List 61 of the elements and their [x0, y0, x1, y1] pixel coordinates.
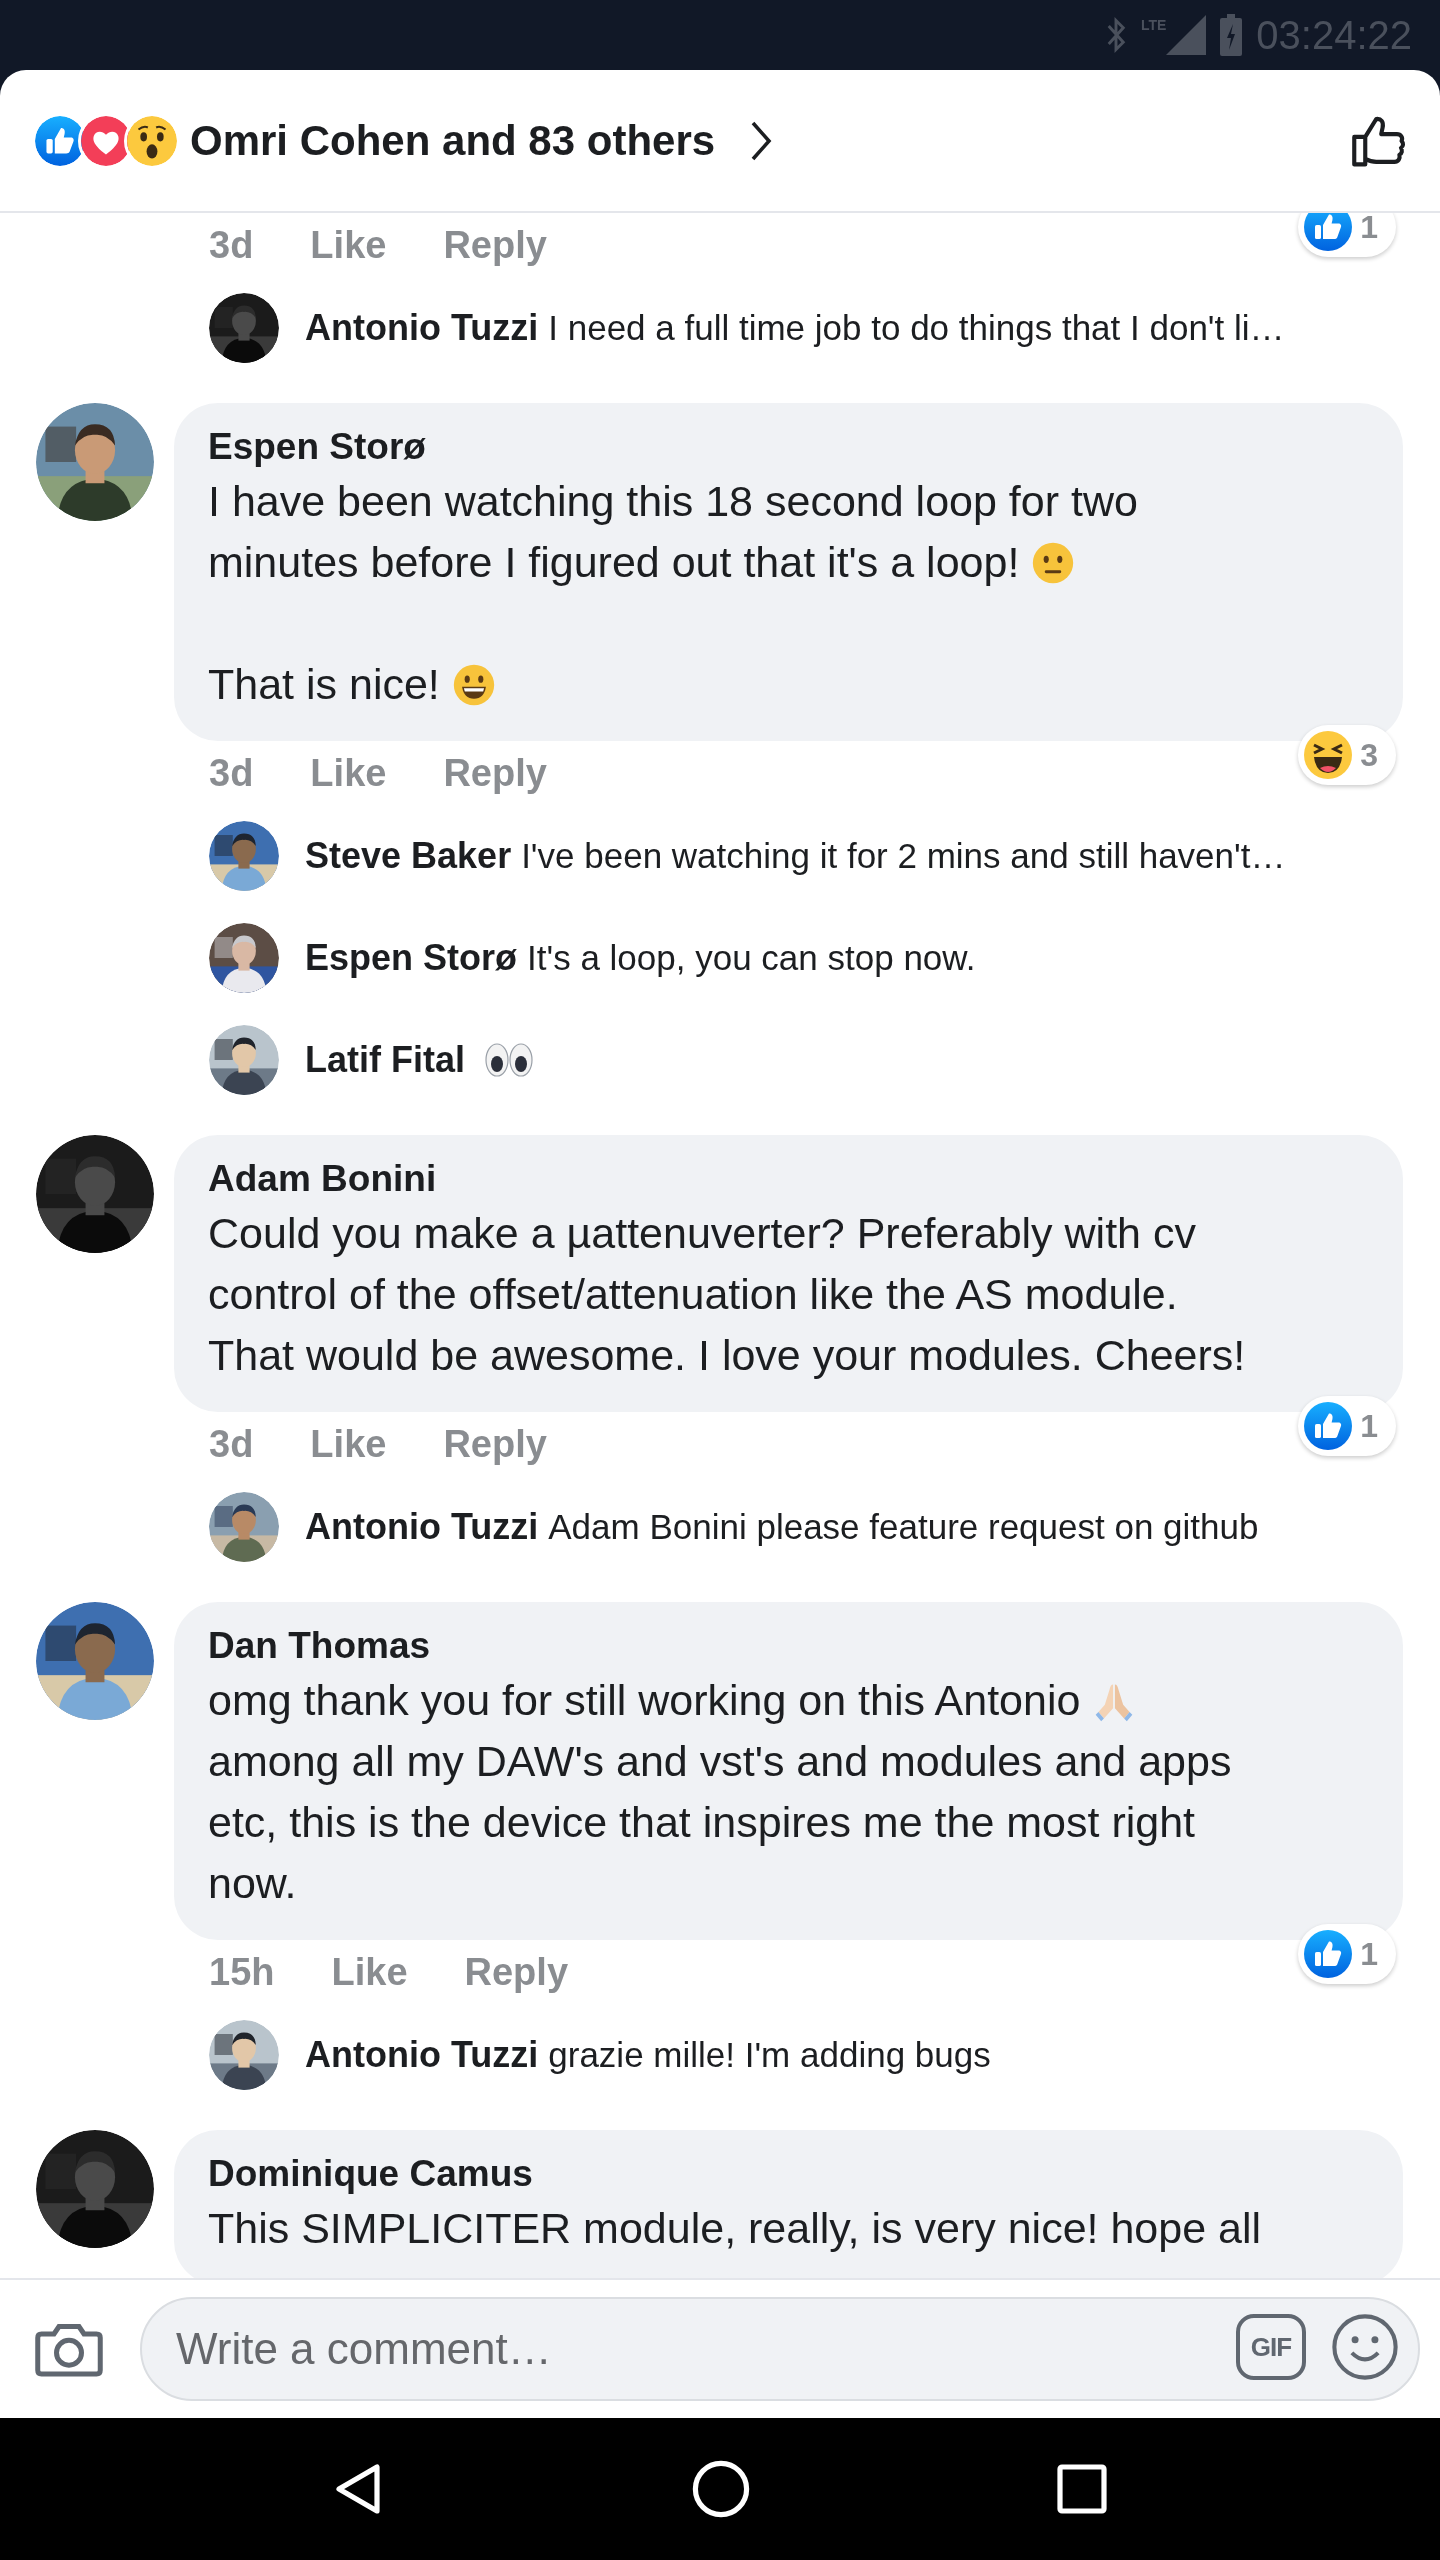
author-name[interactable]: Antonio Tuzzi	[305, 1506, 539, 1548]
like-link[interactable]: Like	[310, 1422, 387, 1466]
reaction-badge[interactable]: 1	[1298, 213, 1396, 257]
comment-text: omg thank you for still working on this Antonio	[208, 1676, 1081, 1724]
clock: 03:24:22	[1256, 12, 1412, 58]
author-name[interactable]: Steve Baker	[305, 835, 512, 877]
author-name[interactable]: Dominique Camus	[208, 2150, 533, 2198]
reactions-summary[interactable]: Omri Cohen and 83 others	[190, 116, 716, 165]
reaction-count: 1	[1360, 1407, 1378, 1445]
comment-time: 3d	[209, 1422, 254, 1466]
reply-text: It's a loop, you can stop now.	[527, 938, 976, 978]
author-name[interactable]: Antonio Tuzzi	[305, 2034, 539, 2076]
laughing-face-icon	[1304, 731, 1353, 779]
reply-link[interactable]: Reply	[443, 1422, 547, 1466]
reply-text: I need a full time job to do things that I don't li…	[548, 308, 1285, 348]
battery-icon	[1220, 14, 1243, 56]
like-icon	[1304, 1402, 1353, 1450]
reply-link[interactable]: Reply	[443, 751, 547, 795]
comment-text: That is nice!	[208, 660, 440, 708]
comment-text: That would be awesome. I love your modules. Cheers!	[208, 1331, 1246, 1379]
neutral-face-icon	[1031, 541, 1076, 585]
like-link[interactable]: Like	[331, 1950, 408, 1994]
reaction-count: 3	[1360, 736, 1378, 774]
comment-text: control of the offset/attenuation like the AS module.	[208, 1270, 1178, 1318]
comment-text: now.	[208, 1859, 297, 1907]
reaction-badge[interactable]: 1	[1298, 1396, 1396, 1456]
comment-text: among all my DAW's and vst's and modules and apps	[208, 1737, 1232, 1785]
comment-text: etc, this is the device that inspires me the most right	[208, 1798, 1196, 1846]
author-name[interactable]: Dan Thomas	[208, 1622, 431, 1670]
reply-text: I've been watching it for 2 mins and still haven't…	[521, 836, 1286, 876]
recent-apps-icon	[1056, 2464, 1107, 2514]
reaction-badge[interactable]: 3	[1298, 725, 1396, 785]
comment-text: This SIMPLICITER module, really, is very nice! hope all	[208, 2204, 1262, 2252]
gif-button[interactable]: GIF	[1236, 2314, 1306, 2380]
author-name[interactable]: Espen Storø	[208, 423, 426, 471]
comment-time: 15h	[209, 1950, 275, 1994]
reply-text: grazie mille! I'm adding bugs	[548, 2035, 991, 2075]
reply-link[interactable]: Reply	[464, 1950, 568, 1994]
like-icon	[1304, 1930, 1353, 1978]
reaction-count: 1	[1360, 213, 1378, 246]
comment-text: Could you make a µattenuverter? Preferably with cv	[208, 1209, 1196, 1257]
reply-text: Adam Bonini please feature request on github	[548, 1507, 1259, 1547]
smiley-icon	[1330, 2312, 1400, 2382]
like-link[interactable]: Like	[310, 223, 387, 267]
grinning-face-icon	[451, 663, 496, 707]
home-icon	[692, 2460, 750, 2518]
comment-time: 3d	[209, 223, 254, 267]
comment-text: I have been watching this 18 second loop for two	[208, 477, 1138, 525]
comment-time: 3d	[209, 751, 254, 795]
signal-icon	[1166, 15, 1207, 55]
author-name[interactable]: Antonio Tuzzi	[305, 307, 539, 349]
author-name[interactable]: Adam Bonini	[208, 1155, 437, 1203]
author-name[interactable]: Espen Storø	[305, 937, 518, 979]
like-link[interactable]: Like	[310, 751, 387, 795]
eyes-icon	[483, 1042, 535, 1078]
reaction-count: 1	[1360, 1935, 1378, 1973]
reaction-badge[interactable]: 1	[1298, 1924, 1396, 1984]
comment-text: minutes before I figured out that it's a loop!	[208, 538, 1020, 586]
network-type: LTE	[1140, 17, 1167, 33]
author-name[interactable]: Latif Fital	[305, 1039, 465, 1081]
reply-link[interactable]: Reply	[443, 223, 547, 267]
